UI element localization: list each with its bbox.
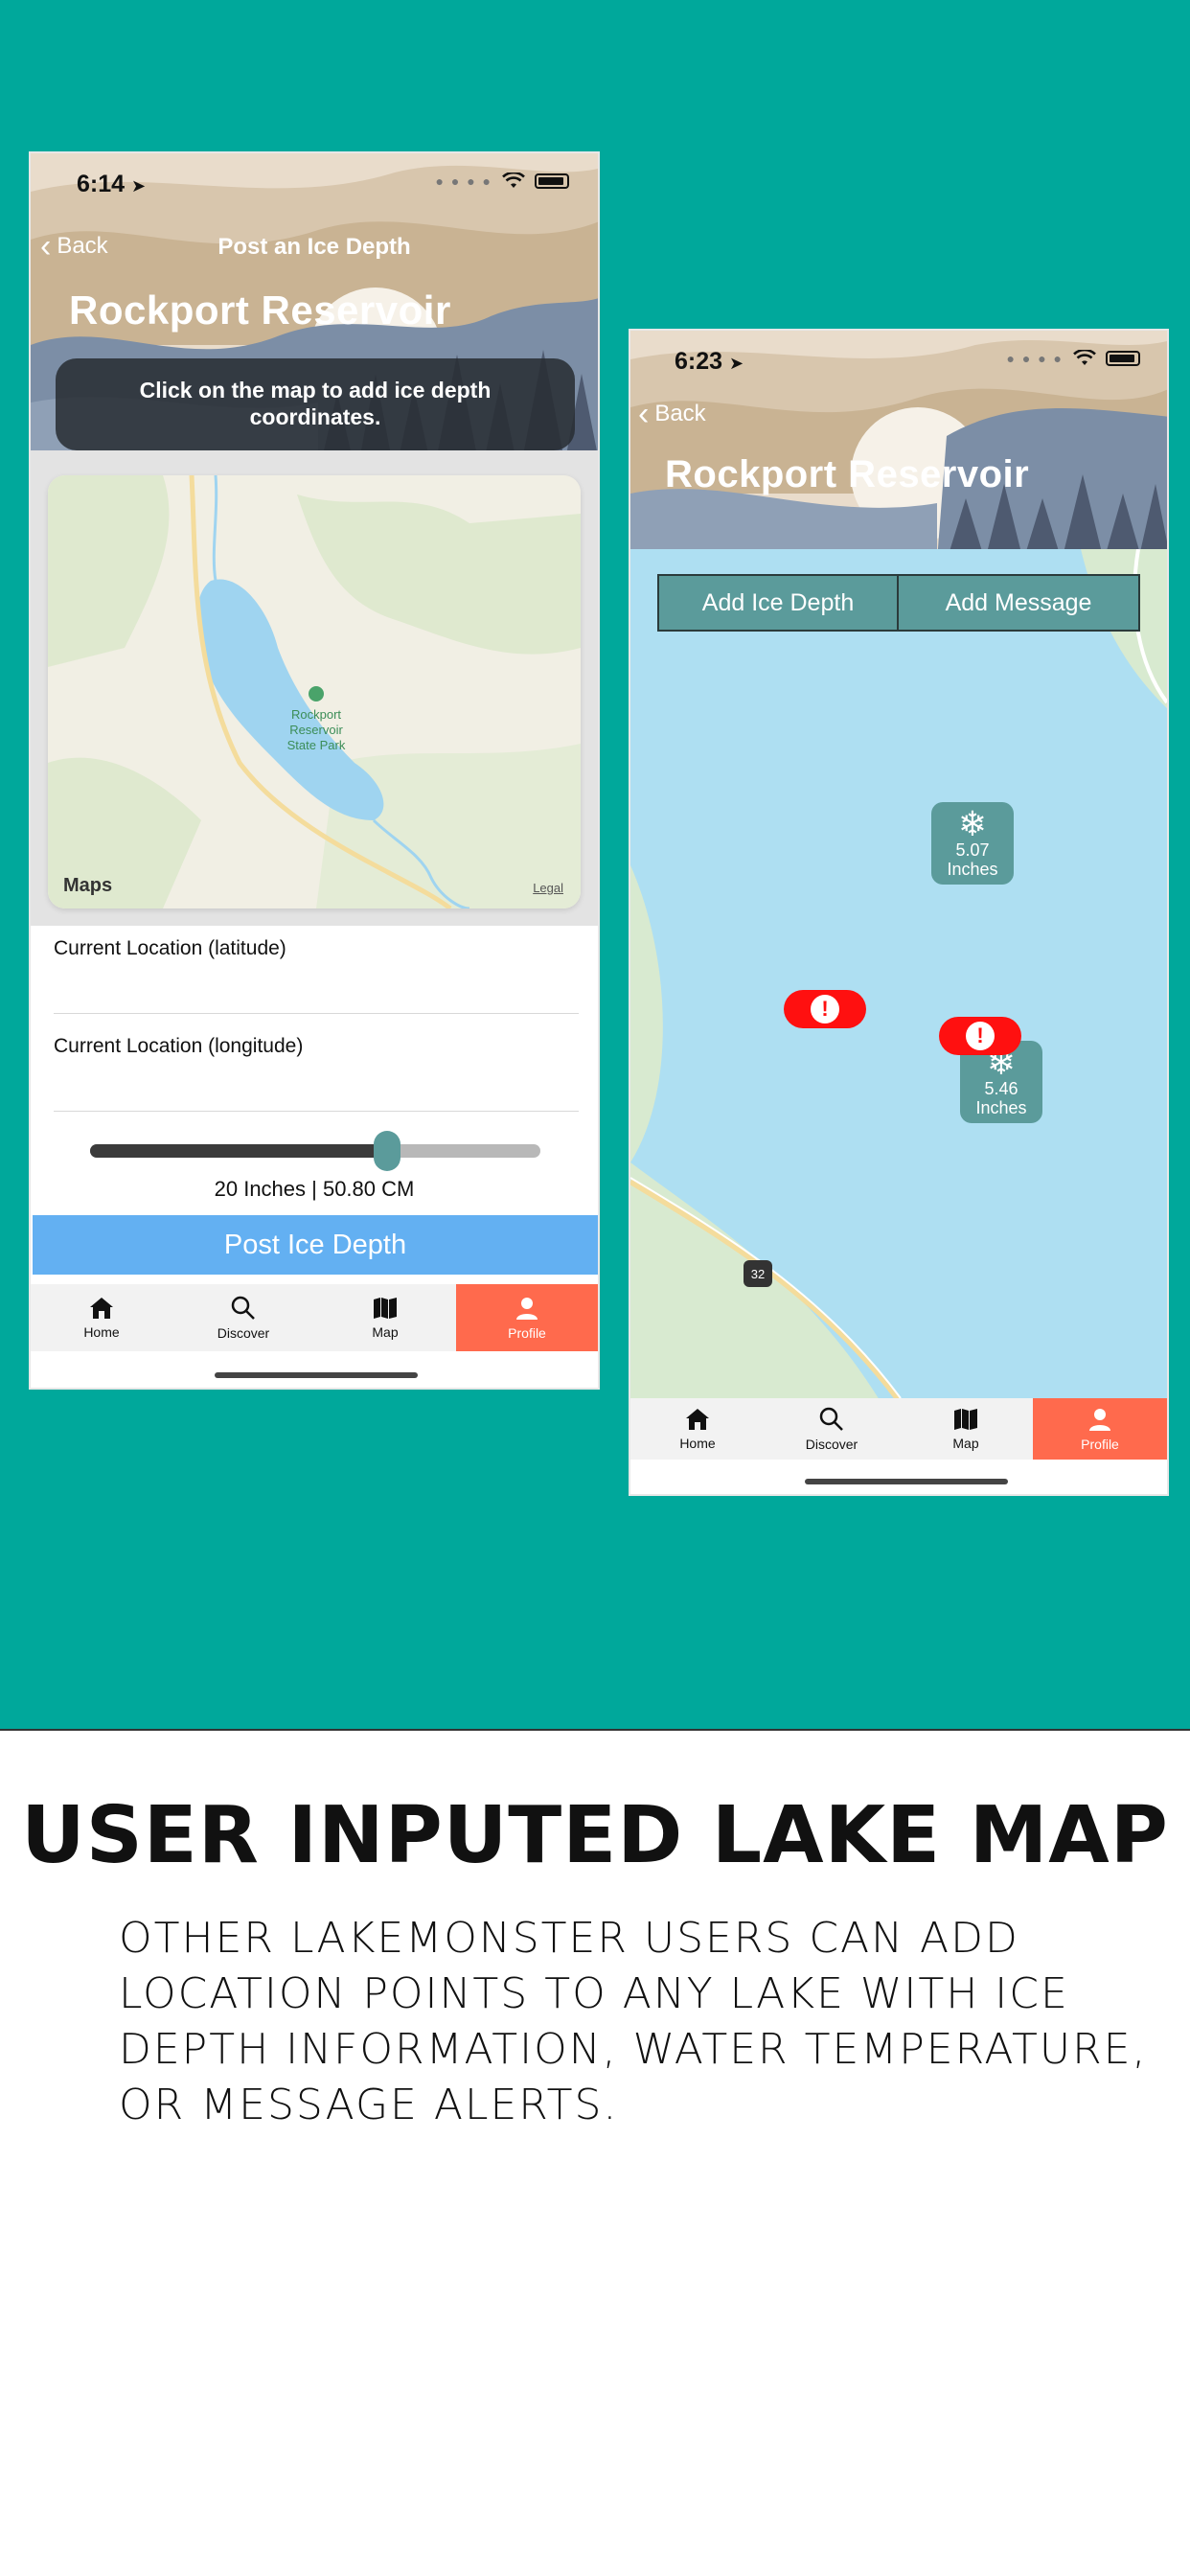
exclamation-icon: ! [966, 1022, 995, 1050]
wifi-icon [1073, 350, 1096, 365]
phone-screen-lake-map: 6:23 ➤ ● ● ● ● ‹ Back Rockport Reservoir… [629, 329, 1169, 1496]
slider-thumb[interactable] [374, 1131, 401, 1171]
exclamation-icon: ! [811, 995, 839, 1024]
map-icon [954, 1409, 977, 1430]
svg-text:Reservoir: Reservoir [289, 723, 343, 737]
tab-home[interactable]: Home [630, 1398, 765, 1460]
home-icon [686, 1409, 709, 1430]
longitude-label: Current Location (longitude) [54, 1035, 304, 1057]
post-ice-depth-button[interactable]: Post Ice Depth [33, 1215, 598, 1275]
signal-icon: ● ● ● ● [435, 173, 492, 189]
message-alert-marker[interactable]: ! [784, 990, 866, 1028]
back-button[interactable]: ‹ Back [638, 398, 706, 430]
tab-profile[interactable]: Profile [456, 1284, 598, 1351]
battery-icon [535, 173, 569, 189]
latitude-label: Current Location (latitude) [54, 937, 286, 959]
latitude-field[interactable]: Current Location (latitude) [54, 930, 579, 1014]
chevron-left-icon: ‹ [638, 396, 650, 432]
tab-discover[interactable]: Discover [172, 1284, 314, 1351]
phone-screen-post-ice-depth: 6:14 ➤ ● ● ● ● ‹ Back Post an Ice Depth … [29, 151, 600, 1390]
home-indicator [215, 1372, 418, 1378]
home-indicator [805, 1479, 1008, 1484]
tab-home[interactable]: Home [31, 1284, 172, 1351]
tab-profile[interactable]: Profile [1033, 1398, 1167, 1460]
snowflake-icon: ❄ [957, 804, 988, 844]
legal-link[interactable]: Legal [533, 881, 563, 895]
maps-brand: Maps [63, 875, 113, 896]
tab-map[interactable]: Map [314, 1284, 456, 1351]
location-arrow-icon: ➤ [131, 176, 147, 196]
signal-icon: ● ● ● ● [1006, 351, 1064, 366]
route-shield: 32 [744, 1260, 772, 1287]
location-arrow-icon: ➤ [729, 354, 744, 373]
map-place-label: Rockport [291, 707, 341, 722]
profile-icon [516, 1298, 538, 1320]
map-view[interactable]: Rockport Reservoir State Park Maps Legal [48, 475, 581, 908]
feature-headline: USER INPUTED LAKE MAP [21, 1790, 1169, 1881]
action-segment: Add Ice Depth Add Message [657, 574, 1140, 632]
slider-readout: 20 Inches | 50.80 CM [214, 1177, 415, 1201]
status-time: 6:14 ➤ [77, 171, 147, 197]
message-alert-marker[interactable]: ! [939, 1017, 1021, 1055]
home-icon [90, 1298, 113, 1319]
svg-text:State Park: State Park [287, 738, 346, 752]
search-icon [819, 1407, 843, 1431]
tab-discover[interactable]: Discover [765, 1398, 899, 1460]
feature-description: OTHER LAKEMONSTER USERS CAN ADD LOCATION… [119, 1914, 1148, 2129]
add-message-button[interactable]: Add Message [899, 574, 1140, 632]
nav-title: Post an Ice Depth [217, 234, 411, 260]
add-ice-depth-button[interactable]: Add Ice Depth [657, 574, 899, 632]
lake-map-view[interactable] [630, 549, 1167, 1400]
lake-title: Rockport Reservoir [69, 288, 451, 333]
status-time: 6:23 ➤ [675, 348, 744, 375]
wifi-icon [502, 172, 525, 188]
longitude-field[interactable]: Current Location (longitude) [54, 1027, 579, 1112]
instruction-banner: Click on the map to add ice depth coordi… [56, 358, 575, 450]
profile-icon [1089, 1409, 1110, 1431]
slider-fill [90, 1144, 388, 1158]
ice-depth-marker[interactable]: ❄ 5.07 Inches [931, 802, 1014, 885]
ice-depth-slider[interactable] [90, 1131, 540, 1171]
tab-bar: Home Discover Map Profile [31, 1284, 598, 1351]
map-icon [374, 1298, 397, 1319]
lake-title: Rockport Reservoir [665, 453, 1030, 495]
tab-map[interactable]: Map [899, 1398, 1033, 1460]
battery-icon [1106, 351, 1140, 366]
status-bar: 6:14 ➤ ● ● ● ● [31, 153, 598, 220]
status-bar: 6:23 ➤ ● ● ● ● [630, 331, 1167, 398]
search-icon [231, 1296, 255, 1320]
tab-bar: Home Discover Map Profile [630, 1398, 1167, 1460]
